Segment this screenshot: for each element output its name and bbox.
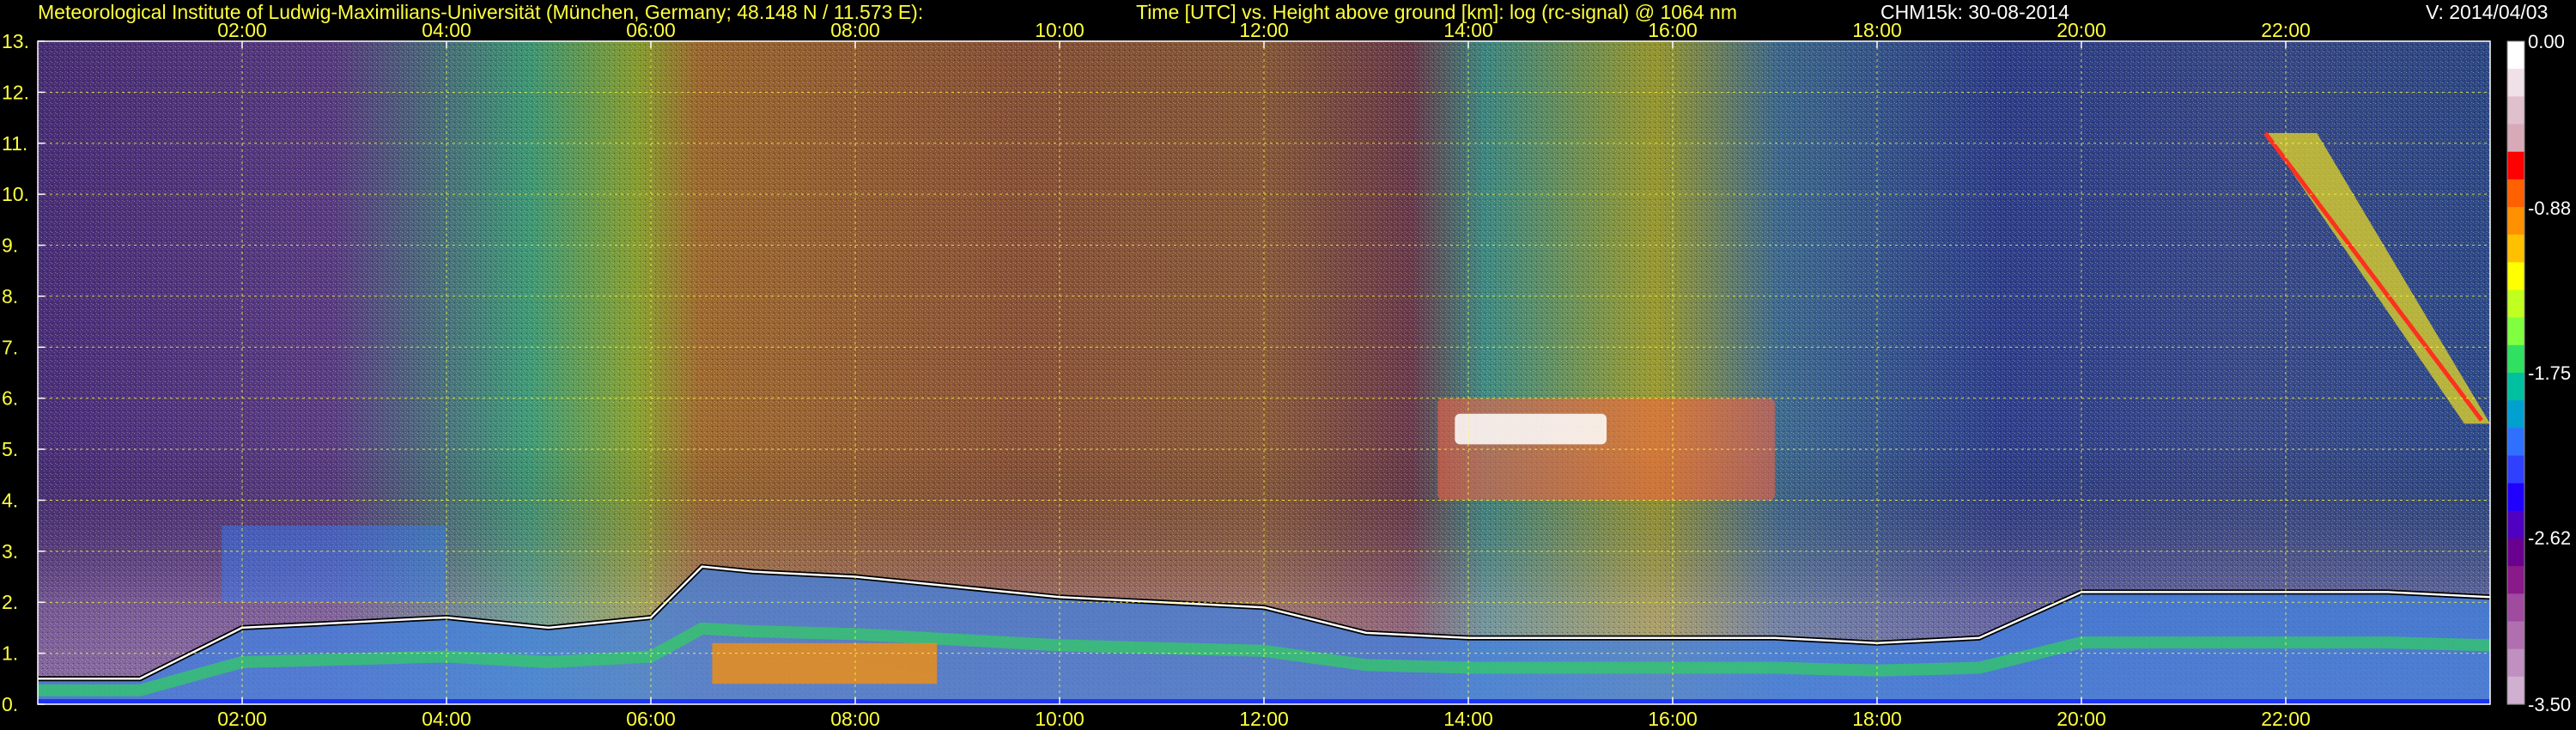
y-tick-label: 13. <box>2 30 29 52</box>
y-tick-label: 0. <box>2 693 18 715</box>
colorbar-segment <box>2507 124 2524 153</box>
colorbar-segment <box>2507 344 2524 374</box>
y-tick-label: 4. <box>2 489 18 511</box>
x-tick-label-top: 22:00 <box>2261 19 2311 41</box>
colorbar-segment <box>2507 455 2524 484</box>
colorbar-segment <box>2507 96 2524 125</box>
colorbar-segment <box>2507 179 2524 208</box>
x-tick-label-bottom: 02:00 <box>217 708 267 730</box>
y-tick-label: 1. <box>2 642 18 665</box>
y-tick-label: 5. <box>2 438 18 460</box>
x-tick-label-bottom: 16:00 <box>1648 708 1698 730</box>
colorbar-segment <box>2507 289 2524 319</box>
elevated-aerosol-layer <box>222 526 447 603</box>
y-tick-label: 10. <box>2 183 29 205</box>
x-tick-label-bottom: 20:00 <box>2057 708 2106 730</box>
x-tick-label-bottom: 12:00 <box>1239 708 1289 730</box>
x-tick-label-top: 06:00 <box>626 19 676 41</box>
x-tick-label-bottom: 22:00 <box>2261 708 2311 730</box>
colorbar: 0.00 -0.88 -1.75 -2.62 -3.50 <box>2506 31 2571 715</box>
colorbar-segment <box>2507 234 2524 263</box>
y-tick-label: 3. <box>2 540 18 563</box>
colorbar-tick-label: -3.50 <box>2528 694 2571 715</box>
colorbar-segment <box>2507 621 2524 650</box>
x-tick-label-top: 02:00 <box>217 19 267 41</box>
colorbar-segment <box>2507 483 2524 512</box>
colorbar-tick-label: 0.00 <box>2528 31 2565 52</box>
ceilometer-chart: 02:00 04:00 06:00 08:00 10:00 12:00 14:00 16:00… <box>2 19 2571 730</box>
y-tick-label: 7. <box>2 336 18 358</box>
x-tick-label-bottom: 06:00 <box>626 708 676 730</box>
colorbar-segment <box>2507 593 2524 623</box>
colorbar-segment <box>2507 262 2524 291</box>
y-tick-label: 12. <box>2 81 29 103</box>
colorbar-segment <box>2507 151 2524 180</box>
colorbar-tick-label: -1.75 <box>2528 362 2571 384</box>
x-tick-label-top: 16:00 <box>1648 19 1698 41</box>
colorbar-segment <box>2507 400 2524 429</box>
y-tick-label: 6. <box>2 387 18 410</box>
x-tick-label-top: 20:00 <box>2057 19 2106 41</box>
x-tick-label-top: 14:00 <box>1443 19 1493 41</box>
colorbar-segment <box>2507 538 2524 567</box>
colorbar-segment <box>2507 317 2524 346</box>
x-tick-label-top: 18:00 <box>1852 19 1902 41</box>
y-tick-label: 9. <box>2 234 18 257</box>
colorbar-segment <box>2507 41 2524 70</box>
colorbar-tick-label: -2.62 <box>2528 527 2571 549</box>
x-tick-label-top: 10:00 <box>1035 19 1084 41</box>
colorbar-tick-label: -0.88 <box>2528 198 2571 219</box>
x-tick-label-bottom: 10:00 <box>1035 708 1084 730</box>
y-tick-label: 8. <box>2 285 18 307</box>
colorbar-segment <box>2507 207 2524 235</box>
x-tick-label-top: 04:00 <box>422 19 471 41</box>
y-tick-label: 11. <box>2 132 27 155</box>
colorbar-segment <box>2507 510 2524 539</box>
surface-layer-band <box>712 642 938 684</box>
x-tick-label-top: 08:00 <box>830 19 880 41</box>
colorbar-segment <box>2507 566 2524 594</box>
colorbar-segment <box>2507 676 2524 705</box>
colorbar-segment <box>2507 373 2524 401</box>
x-tick-label-bottom: 14:00 <box>1443 708 1493 730</box>
y-tick-label: 2. <box>2 591 18 613</box>
x-tick-label-bottom: 08:00 <box>830 708 880 730</box>
cloud-core <box>1455 413 1607 445</box>
colorbar-segment <box>2507 69 2524 97</box>
colorbar-segment <box>2507 428 2524 457</box>
x-tick-label-bottom: 18:00 <box>1852 708 1902 730</box>
x-tick-label-top: 12:00 <box>1239 19 1289 41</box>
colorbar-segment <box>2507 648 2524 678</box>
x-tick-label-bottom: 04:00 <box>422 708 471 730</box>
